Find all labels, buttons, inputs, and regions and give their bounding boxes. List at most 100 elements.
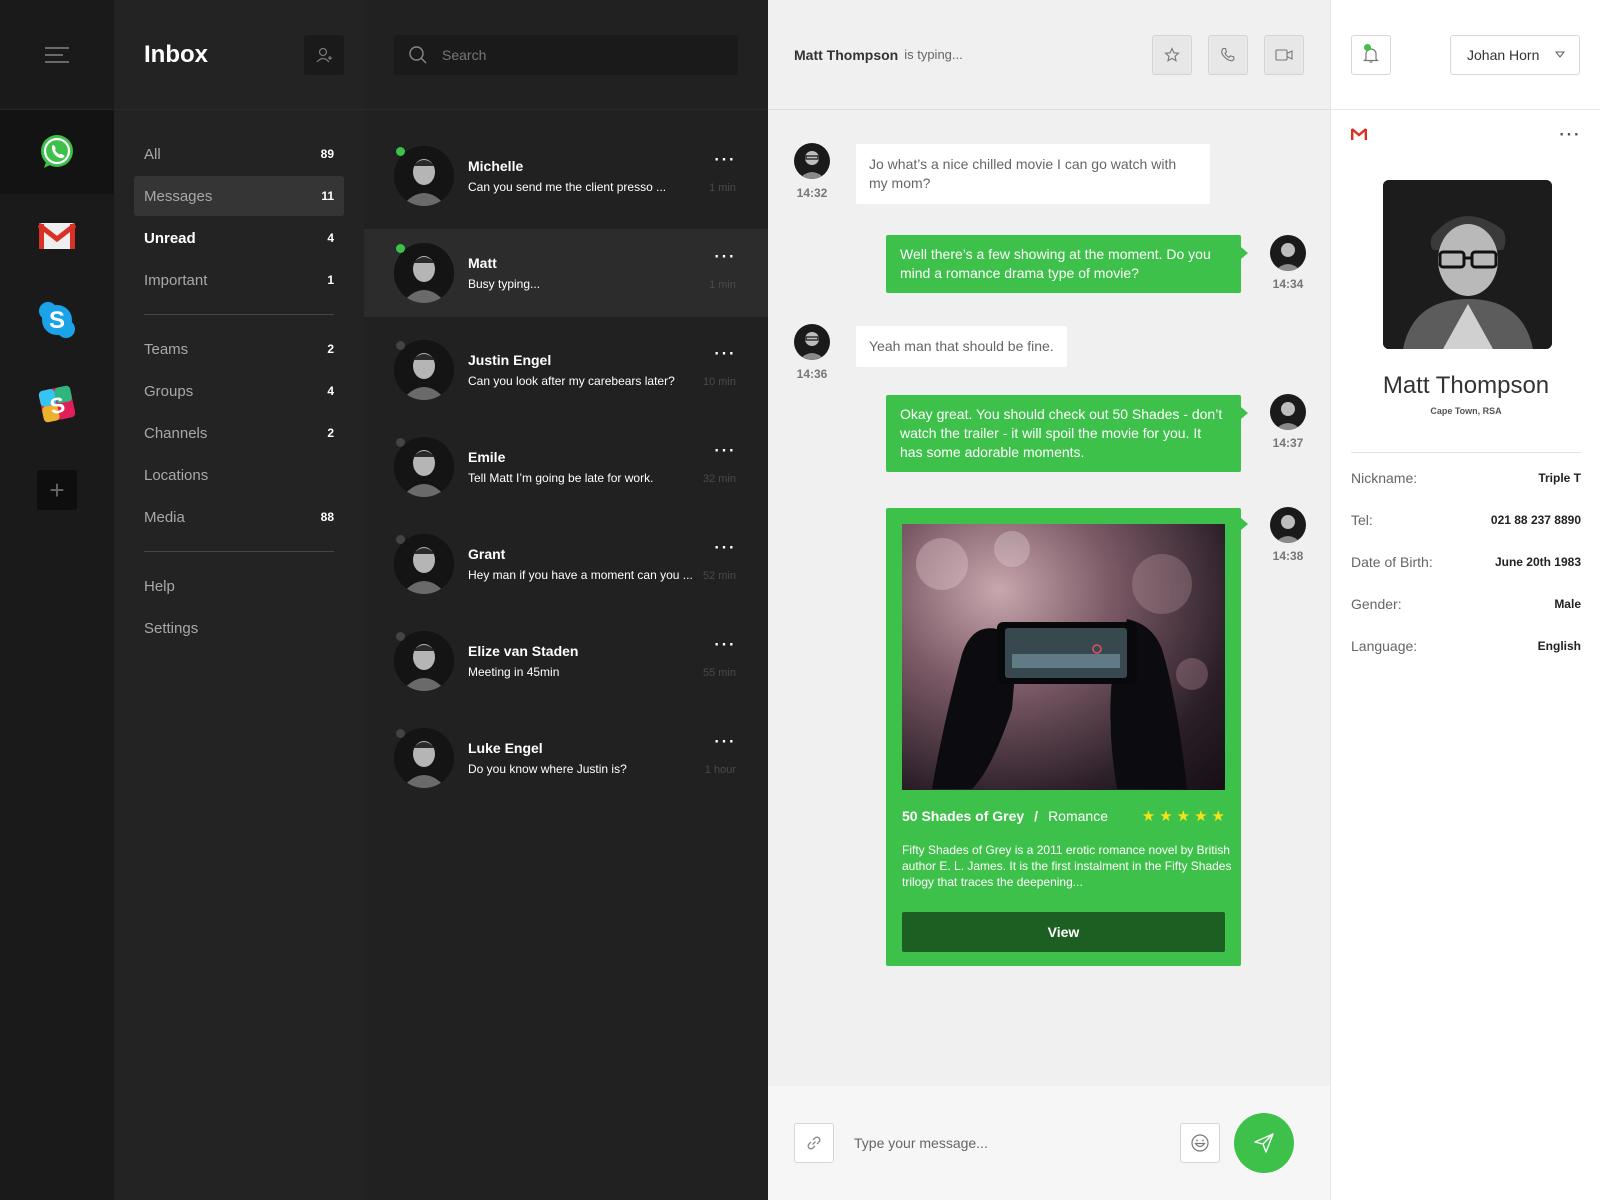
add-contact-button[interactable]: [304, 34, 344, 75]
rail-app-slack[interactable]: S: [0, 362, 114, 446]
conversation-item[interactable]: Elize van Staden Meeting in 45min ⋯ 55 min: [364, 617, 768, 705]
slack-icon: S: [38, 385, 76, 423]
folder-messages[interactable]: Messages 11: [134, 176, 344, 216]
user-select[interactable]: Johan Horn: [1450, 34, 1580, 75]
folder-media[interactable]: Media 88: [134, 497, 344, 537]
message-time: 14:34: [1272, 277, 1304, 291]
conversation-item[interactable]: Luke Engel Do you know where Justin is? ⋯ 1…: [364, 714, 768, 802]
conversation-preview: Busy typing...: [468, 277, 541, 291]
folder-important[interactable]: Important 1: [134, 260, 344, 300]
detail-value: Male: [1554, 597, 1581, 611]
more-options-icon[interactable]: ⋯: [713, 536, 736, 558]
folder-channels[interactable]: Channels 2: [134, 413, 344, 453]
message-input[interactable]: [854, 1123, 1180, 1163]
search-box[interactable]: [394, 34, 738, 75]
presence-dot: [396, 438, 405, 447]
conversation-item[interactable]: Michelle Can you send me the client press…: [364, 132, 768, 220]
message-composer: [768, 1086, 1330, 1200]
emoji-button[interactable]: [1180, 1123, 1220, 1163]
conversation-item[interactable]: Emile Tell Matt I’m going be late for wor…: [364, 423, 768, 511]
notifications-button[interactable]: [1351, 34, 1391, 75]
menu-icon[interactable]: [45, 46, 69, 63]
search-icon: [409, 45, 427, 63]
conversation-time: 52 min: [702, 570, 736, 582]
conversation-name: Luke Engel: [468, 740, 543, 756]
folder-label: Unread: [144, 229, 196, 247]
avatar: [794, 143, 830, 179]
favorite-button[interactable]: [1152, 34, 1192, 75]
folder-label: Groups: [144, 382, 194, 400]
more-options-icon[interactable]: ⋯: [713, 148, 736, 170]
movie-rating: ★ ★ ★ ★ ★: [1142, 809, 1225, 824]
add-app-button[interactable]: +: [37, 470, 77, 510]
folder-divider: [144, 551, 334, 552]
chevron-down-icon: [1555, 50, 1565, 58]
presence-dot: [396, 535, 405, 544]
folder-settings[interactable]: Settings: [134, 608, 344, 648]
more-options-icon[interactable]: ⋯: [1558, 123, 1581, 145]
avatar: [794, 324, 830, 360]
star-icon: [1164, 46, 1180, 62]
folder-all[interactable]: All 89: [134, 134, 344, 174]
rail-app-gmail[interactable]: [0, 194, 114, 278]
more-options-icon[interactable]: ⋯: [713, 730, 736, 752]
video-call-button[interactable]: [1264, 34, 1304, 75]
app-rail: S S +: [0, 0, 114, 1200]
folder-groups[interactable]: Groups 4: [134, 371, 344, 411]
call-button[interactable]: [1208, 34, 1248, 75]
presence-dot: [396, 632, 405, 641]
star-icon: ★: [1176, 807, 1191, 825]
conversation-item[interactable]: Matt Busy typing... ⋯ 1 min: [364, 229, 768, 317]
conversation-item[interactable]: Justin Engel Can you look after my carebe…: [364, 326, 768, 414]
detail-label: Gender:: [1351, 596, 1402, 612]
emoji-icon: [1191, 1134, 1209, 1152]
more-options-icon[interactable]: ⋯: [713, 245, 736, 267]
rail-app-whatsapp[interactable]: [0, 110, 114, 194]
more-options-icon[interactable]: ⋯: [713, 342, 736, 364]
message-bubble-outgoing: Well there’s a few showing at the moment…: [886, 235, 1248, 293]
svg-text:S: S: [49, 307, 65, 334]
detail-language: Language: English: [1351, 638, 1581, 654]
folder-count: 4: [327, 384, 334, 398]
message-time: 14:32: [796, 186, 828, 200]
message-time: 14:37: [1272, 436, 1304, 450]
more-options-icon[interactable]: ⋯: [713, 633, 736, 655]
folder-teams[interactable]: Teams 2: [134, 329, 344, 369]
folder-count: 1: [327, 273, 334, 287]
send-button[interactable]: [1234, 1113, 1294, 1173]
folder-unread[interactable]: Unread 4: [134, 218, 344, 258]
conversation-preview: Hey man if you have a moment can you ...: [468, 568, 693, 582]
conversation-time: 1 hour: [704, 764, 736, 776]
notification-dot: [1364, 43, 1371, 51]
folder-count: 11: [321, 189, 334, 203]
attach-button[interactable]: [794, 1123, 834, 1163]
conversation-list: Michelle Can you send me the client press…: [364, 110, 768, 802]
message-time: 14:38: [1272, 549, 1304, 563]
folder-count: 2: [327, 342, 334, 356]
conversation-item[interactable]: Grant Hey man if you have a moment can yo…: [364, 520, 768, 608]
send-icon: [1254, 1133, 1274, 1153]
presence-dot: [396, 244, 405, 253]
view-movie-button[interactable]: View: [902, 912, 1225, 952]
presence-dot: [396, 341, 405, 350]
movie-title: 50 Shades of Grey: [902, 808, 1025, 824]
profile-photo: [1383, 180, 1552, 349]
movie-genre: Romance: [1048, 808, 1108, 824]
presence-dot: [396, 729, 405, 738]
folder-locations[interactable]: Locations: [134, 455, 344, 495]
rail-app-skype[interactable]: S: [0, 278, 114, 362]
detail-nickname: Nickname: Triple T: [1351, 470, 1581, 486]
folder-label: Settings: [144, 619, 199, 637]
avatar: [1270, 235, 1306, 271]
folder-count: 89: [320, 147, 334, 161]
folder-help[interactable]: Help: [134, 566, 344, 606]
more-options-icon[interactable]: ⋯: [713, 439, 736, 461]
detail-label: Date of Birth:: [1351, 554, 1433, 570]
detail-value: June 20th 1983: [1494, 555, 1581, 569]
conversation-name: Elize van Staden: [468, 643, 579, 659]
chat-contact-name: Matt Thompson: [794, 46, 899, 63]
search-input[interactable]: [442, 46, 722, 63]
profile-name: Matt Thompson: [1382, 372, 1550, 399]
whatsapp-icon: [41, 135, 73, 168]
message-bubble-incoming: Yeah man that should be fine.: [856, 326, 1067, 367]
